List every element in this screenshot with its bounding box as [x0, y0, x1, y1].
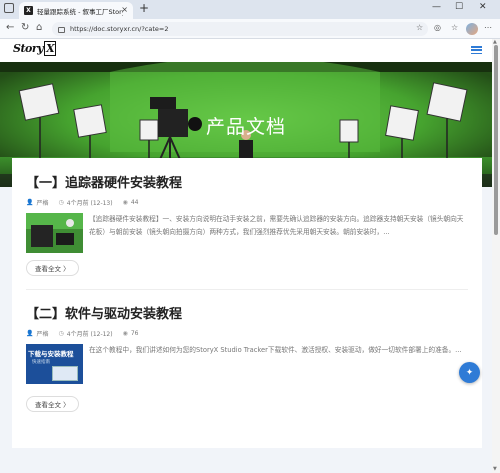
url-field[interactable]: https://doc.storyxr.cn/?cate=2	[52, 22, 428, 36]
address-bar: ← ↻ ⌂ https://doc.storyxr.cn/?cate=2 ☆ ◎…	[0, 19, 500, 39]
clock-icon: ◷	[58, 330, 64, 337]
thumb-subtext: 快速指南	[32, 360, 50, 365]
article-title[interactable]: 【二】软件与驱动安装教程	[26, 303, 468, 322]
author: 严格	[36, 331, 49, 338]
minimize-button[interactable]: —	[432, 2, 441, 12]
author: 严格	[36, 200, 49, 207]
back-icon[interactable]: ←	[6, 22, 14, 33]
profile-avatar[interactable]	[466, 23, 478, 35]
views: 44	[130, 199, 139, 206]
user-icon: 👤	[26, 199, 34, 206]
read-more-button[interactable]: 查看全文 〉	[26, 260, 79, 276]
new-tab-button[interactable]: +	[139, 1, 149, 15]
user-icon: 👤	[26, 330, 34, 337]
date: 4个月前 (12-12)	[66, 331, 113, 338]
browser-tab-bar: X 轻量跟踪系统 - 叙事工厂StoryX × + — ☐ ✕	[0, 0, 500, 19]
site-header: Story X	[0, 39, 492, 62]
extensions-icon[interactable]: ◎	[434, 23, 441, 32]
article-meta: 👤 严格 ◷ 4个月前 (12-12) ◉ 76	[26, 329, 468, 338]
article-summary: 在这个教程中，我们讲述如何为您的StoryX Studio Tracker下载软…	[89, 346, 462, 354]
help-icon: ✦	[465, 367, 474, 378]
tab-title: 轻量跟踪系统 - 叙事工厂StoryX	[37, 7, 123, 16]
logo-text: Story	[13, 42, 44, 55]
lock-icon	[58, 27, 65, 33]
help-float-button[interactable]: ✦	[459, 362, 480, 383]
thumb-text: 下载与安装教程	[28, 350, 74, 358]
scroll-thumb[interactable]	[494, 45, 498, 235]
favicon-icon: X	[24, 6, 33, 15]
collections-icon[interactable]: ☆	[451, 23, 458, 32]
browser-tab[interactable]: X 轻量跟踪系统 - 叙事工厂StoryX ×	[19, 2, 133, 19]
home-icon[interactable]: ⌂	[36, 22, 42, 33]
views: 76	[130, 330, 139, 337]
menu-icon[interactable]	[471, 46, 482, 55]
tab-actions-icon[interactable]	[4, 3, 14, 13]
article-title[interactable]: 【一】追踪器硬件安装教程	[26, 172, 468, 191]
logo-x: X	[44, 41, 57, 56]
close-window-button[interactable]: ✕	[479, 2, 487, 12]
laptop-graphic	[52, 366, 78, 381]
date: 4个月前 (12-13)	[66, 200, 113, 207]
maximize-button[interactable]: ☐	[455, 2, 463, 12]
site-logo[interactable]: Story X	[13, 41, 57, 56]
read-more-button[interactable]: 查看全文 〉	[26, 396, 79, 412]
article-thumbnail[interactable]: 下载与安装教程 快速指南	[26, 344, 83, 384]
eye-icon: ◉	[122, 199, 128, 206]
more-menu-icon[interactable]: ⋯	[484, 23, 492, 32]
article-meta: 👤 严格 ◷ 4个月前 (12-13) ◉ 44	[26, 198, 468, 207]
article-list: 【一】追踪器硬件安装教程 👤 严格 ◷ 4个月前 (12-13) ◉ 44 【追踪器硬…	[12, 158, 482, 448]
clock-icon: ◷	[58, 199, 64, 206]
article-summary: 【追踪器硬件安装教程】一、安装方向说明在动手安装之前，需要先确认追踪器的安装方向…	[89, 215, 464, 236]
list-item: 【二】软件与驱动安装教程 👤 严格 ◷ 4个月前 (12-12) ◉ 76 下载与安装…	[26, 303, 468, 412]
scroll-down-icon[interactable]: ▼	[493, 466, 497, 472]
scrollbar[interactable]: ▲ ▼	[492, 39, 500, 473]
divider	[26, 289, 468, 290]
favorite-star-icon[interactable]: ☆	[416, 23, 423, 32]
article-thumbnail[interactable]	[26, 213, 83, 253]
refresh-icon[interactable]: ↻	[21, 22, 29, 33]
page-title: 产品文档	[205, 116, 286, 138]
url-text: https://doc.storyxr.cn/?cate=2	[70, 25, 169, 33]
list-item: 【一】追踪器硬件安装教程 👤 严格 ◷ 4个月前 (12-13) ◉ 44 【追踪器硬…	[26, 172, 468, 276]
eye-icon: ◉	[122, 330, 128, 337]
tab-close-icon[interactable]: ×	[121, 5, 128, 14]
